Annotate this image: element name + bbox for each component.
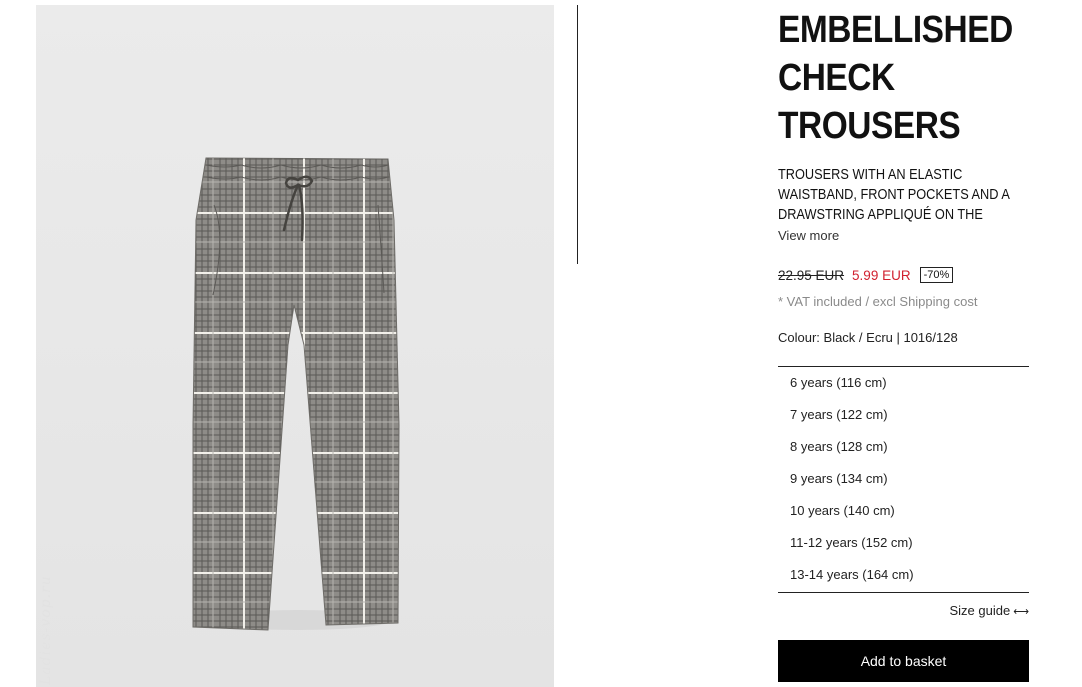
- product-image: Ladies-vop.ru: [36, 5, 554, 687]
- size-option[interactable]: 9 years (134 cm): [778, 463, 1029, 495]
- watermark: Ladies-vop.ru: [38, 575, 54, 685]
- sale-price: 5.99 EUR: [852, 267, 911, 283]
- old-price: 22.95 EUR: [778, 267, 845, 283]
- size-guide-label: Size guide: [949, 603, 1011, 618]
- view-more-link[interactable]: View more: [778, 228, 839, 243]
- divider-line: [577, 5, 578, 264]
- product-title: EMBELLISHED CHECK TROUSERS: [778, 9, 1013, 147]
- size-option[interactable]: 11-12 years (152 cm): [778, 527, 1029, 559]
- price-row: 22.95 EUR 5.99 EUR -70%: [778, 267, 954, 283]
- add-to-basket-button[interactable]: Add to basket: [778, 640, 1029, 682]
- size-option[interactable]: 7 years (122 cm): [778, 399, 1029, 431]
- trousers-photo: [192, 157, 400, 631]
- product-description: TROUSERS WITH AN ELASTIC WAISTBAND, FRON…: [778, 167, 1010, 223]
- size-guide-link[interactable]: Size guide ⟷: [940, 603, 1030, 618]
- size-option[interactable]: 6 years (116 cm): [778, 367, 1029, 399]
- size-selector: 6 years (116 cm) 7 years (122 cm) 8 year…: [778, 366, 1029, 593]
- vat-note: * VAT included / excl Shipping cost: [778, 294, 978, 309]
- size-option[interactable]: 13-14 years (164 cm): [778, 559, 1029, 591]
- colour-info: Colour: Black / Ecru | 1016/128: [778, 330, 958, 345]
- resize-arrows-icon: ⟷: [1013, 606, 1029, 618]
- discount-badge: -70%: [919, 267, 954, 283]
- size-option[interactable]: 10 years (140 cm): [778, 495, 1029, 527]
- size-option[interactable]: 8 years (128 cm): [778, 431, 1029, 463]
